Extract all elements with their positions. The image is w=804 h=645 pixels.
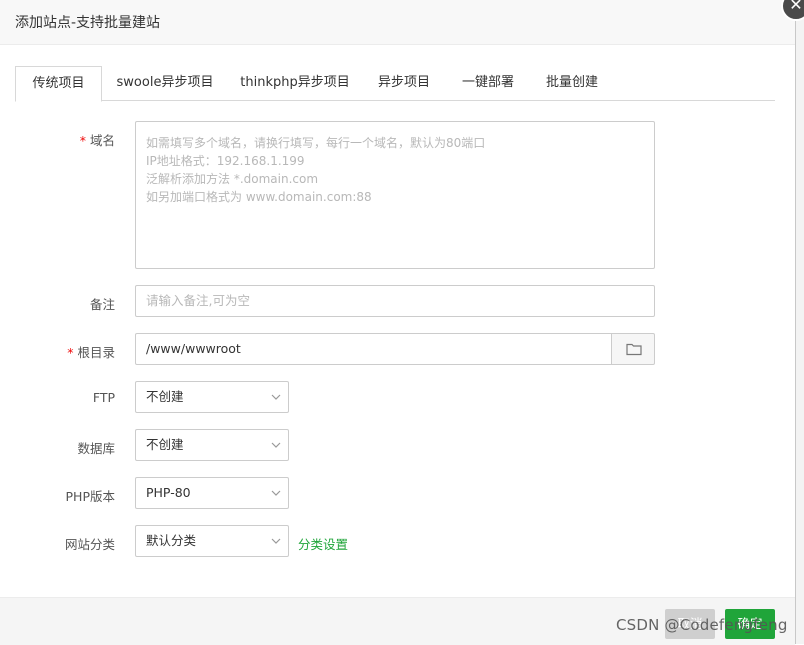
remark-label: 备注 [89,297,115,312]
domain-placeholder-line: 如需填写多个域名，请换行填写，每行一个域名，默认为80端口 [146,136,486,150]
tab-async[interactable]: 异步项目 [371,66,437,100]
php-version-value: PHP-80 [146,485,191,500]
domain-placeholder-line: 泛解析添加方法 *.domain.com [146,172,319,186]
domain-placeholder-line: IP地址格式：192.168.1.199 [146,154,305,168]
database-select-value: 不创建 [146,437,184,452]
database-label: 数据库 [77,441,115,456]
add-site-dialog: 添加站点-支持批量建站 传统项目 swoole异步项目 thinkphp异步项目… [0,0,796,645]
tab-traditional[interactable]: 传统项目 [15,66,102,102]
site-category-value: 默认分类 [146,533,197,548]
dialog-title: 添加站点-支持批量建站 [15,15,161,31]
folder-browse-button[interactable] [611,333,655,365]
required-mark: * [79,133,86,148]
php-version-label: PHP版本 [65,489,115,504]
site-category-label: 网站分类 [64,537,115,552]
tab-batch-create[interactable]: 批量创建 [539,66,605,100]
ftp-label: FTP [92,390,115,405]
project-type-tabs: 传统项目 swoole异步项目 thinkphp异步项目 异步项目 一键部署 批… [15,66,775,102]
tab-thinkphp[interactable]: thinkphp异步项目 [237,66,353,100]
ftp-select[interactable]: 不创建 [135,381,289,413]
database-select[interactable]: 不创建 [135,429,289,461]
tab-one-click-deploy[interactable]: 一键部署 [455,66,521,100]
remark-input[interactable]: 请输入备注,可为空 [135,285,655,317]
ftp-select-value: 不创建 [146,389,184,404]
domain-textarea[interactable]: 如需填写多个域名，请换行填写，每行一个域名，默认为80端口 IP地址格式：192… [135,121,655,269]
domain-label: * 域名 [79,133,115,148]
chevron-down-icon [271,442,281,448]
chevron-down-icon [271,538,281,544]
tab-swoole[interactable]: swoole异步项目 [111,66,219,100]
category-settings-link[interactable]: 分类设置 [298,534,348,553]
chevron-down-icon [271,490,281,496]
root-dir-label: * 根目录 [67,345,115,360]
folder-icon [626,343,642,356]
watermark: CSDN @Codefengfeng [616,616,788,634]
root-dir-input[interactable]: /www/wwwroot [135,333,612,365]
site-category-select[interactable]: 默认分类 [135,525,289,557]
domain-placeholder-line: 如另加端口格式为 www.domain.com:88 [146,190,372,204]
chevron-down-icon [271,394,281,400]
php-version-select[interactable]: PHP-80 [135,477,289,509]
close-icon: ✕ [789,0,803,14]
background-strip [796,0,804,644]
dialog-titlebar: 添加站点-支持批量建站 [0,0,795,45]
